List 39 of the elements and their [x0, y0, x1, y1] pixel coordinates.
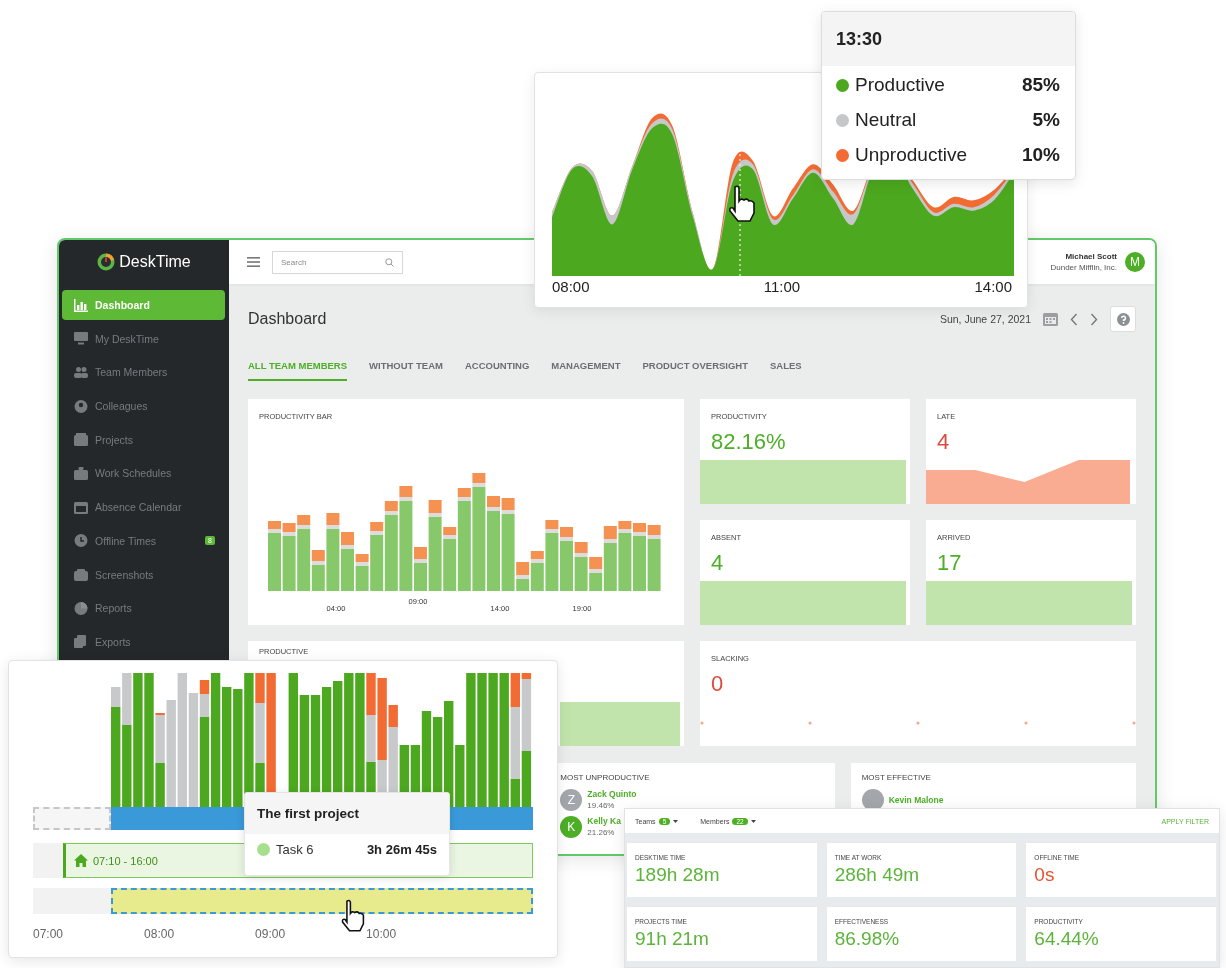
- company-name: Dunder Mifflin, Inc.: [1050, 262, 1117, 273]
- card-title: MOST UNPRODUCTIVE: [560, 773, 651, 782]
- person-avatar: K: [560, 816, 583, 838]
- card-title: MOST EFFECTIVE: [861, 773, 932, 782]
- axis-label: 08:00: [144, 927, 175, 941]
- legend-value: 85%: [1021, 74, 1060, 96]
- stat-value: 4: [937, 429, 950, 455]
- stat-value: 4: [711, 550, 724, 576]
- task-duration: 3h 26m 45s: [366, 842, 437, 857]
- date-label: Sun, June 27, 2021: [939, 313, 1031, 325]
- stat-value: 0: [711, 671, 724, 697]
- axis-label: 09:00: [255, 927, 286, 941]
- person-value: 19.46%: [587, 800, 616, 811]
- legend-label: Productive: [855, 74, 945, 96]
- tile-value: 286h 49m: [834, 863, 921, 887]
- stat-value: 82.16%: [711, 429, 786, 455]
- tile-value: 64.44%: [1034, 927, 1100, 951]
- legend-value: 5%: [1032, 109, 1060, 131]
- axis-label: 10:00: [366, 927, 397, 941]
- legend-label: Unproductive: [855, 144, 967, 166]
- user-name: Michael Scott: [1065, 251, 1117, 262]
- tile-value: 0s: [1034, 863, 1056, 887]
- page-title: Dashboard: [248, 310, 327, 328]
- tile-value: 189h 28m: [635, 863, 721, 887]
- legend-label: Neutral: [855, 109, 917, 131]
- axis-label: 14:00: [974, 278, 1012, 295]
- axis-label: 07:00: [33, 927, 64, 941]
- person-avatar: Z: [560, 789, 583, 811]
- axis-label: 08:00: [552, 278, 590, 295]
- tile-value: 86.98%: [834, 927, 901, 951]
- axis-label: 11:00: [763, 278, 801, 295]
- person-value: 21.26%: [587, 827, 616, 838]
- tile-value: 91h 21m: [635, 927, 710, 951]
- logo-text: DeskTime: [119, 253, 191, 271]
- stat-value: 17: [937, 550, 962, 576]
- tooltip-title: The first project: [257, 806, 359, 821]
- legend-value: 10%: [1021, 144, 1060, 166]
- task-name: Task 6: [276, 842, 314, 857]
- tooltip-time: 13:30: [836, 28, 883, 50]
